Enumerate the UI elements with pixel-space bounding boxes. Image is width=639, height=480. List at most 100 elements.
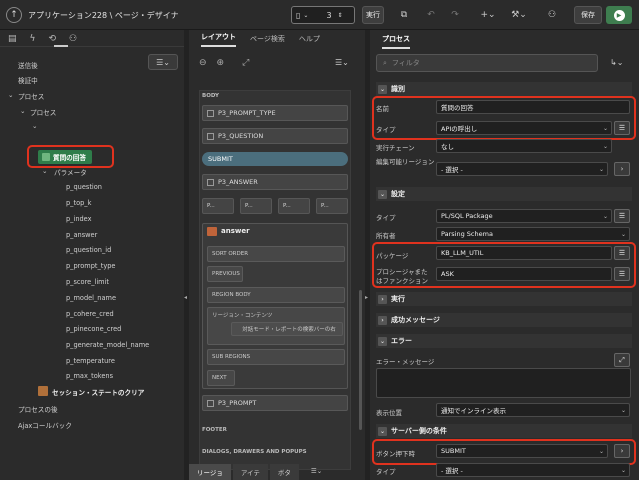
owner-select[interactable]: Parsing Schema ⌄ (436, 227, 630, 241)
tree-item-validating[interactable]: 検証中 (18, 75, 38, 85)
layout-scrollbar[interactable] (359, 290, 362, 430)
tree-item-ajax-callback[interactable]: Ajaxコールバック (18, 420, 72, 430)
rendering-icon[interactable]: ▤ (8, 34, 17, 44)
list-icon[interactable]: ☰ (614, 209, 630, 223)
breadcrumb-text[interactable]: アプリケーション228 \ ページ・デザイナ (28, 10, 179, 21)
param-item[interactable]: p_max_tokens (66, 372, 113, 380)
small-item[interactable]: P... (278, 198, 310, 214)
stepper-icon[interactable]: ⇕ (338, 12, 343, 19)
tab-items[interactable]: アイテ (232, 464, 268, 480)
expand-icon[interactable]: ⤢ (242, 58, 249, 68)
go-arrow-icon[interactable]: › (614, 162, 630, 176)
tree-menu-button[interactable]: ☰⌄ (148, 54, 178, 70)
tree-item-clear-session[interactable]: セッション・ステートのクリア (52, 387, 144, 397)
section-execution[interactable]: › 実行 (376, 292, 632, 306)
tree-item-processes[interactable]: プロセス (18, 91, 44, 101)
collapse-left-icon[interactable]: ◂ (184, 294, 187, 301)
slot-previous[interactable]: PREVIOUS (207, 266, 243, 282)
item-prompt-type[interactable]: P3_PROMPT_TYPE (202, 105, 348, 121)
section-title: 識別 (391, 85, 405, 93)
error-message-textarea[interactable] (376, 368, 631, 398)
shared-components-icon[interactable]: ⚇ (544, 6, 560, 24)
shared-components-tab-icon[interactable]: ⚇ (69, 34, 77, 44)
slot-sub-regions[interactable]: SUB REGIONS (207, 349, 345, 365)
tab-regions[interactable]: リージョ (189, 464, 231, 480)
param-item[interactable]: p_generate_model_name (66, 341, 149, 349)
up-arrow-icon[interactable]: ↑ (6, 7, 22, 23)
section-success-message[interactable]: › 成功メッセージ (376, 313, 632, 327)
clear-session-icon (38, 386, 48, 398)
chain-select[interactable]: なし ⌄ (436, 139, 612, 153)
param-item[interactable]: p_pinecone_cred (66, 325, 121, 333)
tree-toggle-icon[interactable]: ⌄ (32, 122, 38, 130)
param-item[interactable]: p_top_k (66, 199, 91, 207)
tree-item-after-processing[interactable]: プロセスの後 (18, 404, 58, 414)
section-settings[interactable]: ⌄ 設定 (376, 187, 632, 201)
expand-editor-icon[interactable]: ⤢ (614, 353, 630, 367)
expand-icon: › (378, 294, 387, 304)
run-page-button[interactable]: 実行 (362, 6, 384, 24)
tree-item-process[interactable]: プロセス (30, 107, 56, 117)
param-item[interactable]: p_model_name (66, 294, 116, 302)
tab-help[interactable]: ヘルプ (299, 34, 320, 44)
layout-menu-button[interactable]: ☰⌄ (335, 58, 349, 67)
slot-sort-order[interactable]: SORT ORDER (207, 246, 345, 262)
slot-next[interactable]: NEXT (207, 370, 235, 386)
lock-icon[interactable]: ⧉ (396, 6, 412, 24)
param-item[interactable]: p_prompt_type (66, 262, 116, 270)
slot-region-note[interactable]: 対話モード・レポートの検索バーの右 (231, 322, 343, 336)
param-item[interactable]: p_index (66, 215, 92, 223)
zoom-in-icon[interactable]: ⊕ (217, 58, 225, 68)
item-answer[interactable]: P3_ANSWER (202, 174, 348, 190)
settings-type-select[interactable]: PL/SQL Package ⌄ (436, 209, 612, 223)
small-item[interactable]: P... (316, 198, 348, 214)
page-number-input[interactable]: 3 (326, 11, 331, 20)
collapse-icon: ⌄ (378, 336, 387, 346)
chevron-down-icon: ⌄ (620, 406, 626, 414)
tree-toggle-icon[interactable]: ⌄ (20, 107, 26, 115)
utilities-icon[interactable]: ⚒⌄ (508, 6, 530, 24)
param-item[interactable]: p_answer (66, 231, 97, 239)
param-item[interactable]: p_question_id (66, 246, 111, 254)
submit-button-component[interactable]: SUBMIT (202, 152, 348, 166)
tab-process[interactable]: プロセス (382, 34, 410, 49)
dynamic-actions-icon[interactable]: ϟ (30, 34, 36, 44)
collapse-right-icon[interactable]: ▸ (365, 294, 368, 301)
tab-page-search[interactable]: ページ検索 (250, 34, 285, 44)
section-identification[interactable]: ⌄ 識別 (376, 82, 632, 96)
gallery-tabs: リージョ アイテ ボタ ☰⌄ (189, 464, 365, 480)
section-error[interactable]: ⌄ エラー (376, 334, 632, 348)
param-item[interactable]: p_temperature (66, 357, 115, 365)
gallery-menu-icon[interactable]: ☰⌄ (311, 464, 322, 480)
run-button[interactable]: ▶ (606, 6, 632, 24)
editable-select[interactable]: - 選択 - ⌄ (436, 162, 608, 176)
processing-icon[interactable]: ⟲ (48, 34, 56, 44)
zoom-out-icon[interactable]: ⊖ (199, 58, 207, 68)
tab-layout[interactable]: レイアウト (201, 32, 236, 47)
redo-icon[interactable]: ↷ (448, 6, 462, 24)
param-item[interactable]: p_question (66, 183, 102, 191)
page-selector[interactable]: ▯ ⌄ 3 ⇕ (291, 6, 355, 24)
undo-icon[interactable]: ↶ (424, 6, 438, 24)
tree-toggle-icon[interactable]: ⌄ (8, 91, 14, 99)
tree-item-after-submit[interactable]: 送信後 (18, 60, 38, 70)
item-prompt[interactable]: P3_PROMPT (202, 395, 348, 411)
param-item[interactable]: p_cohere_cred (66, 310, 114, 318)
tree-toggle-icon[interactable]: ⌄ (42, 167, 48, 175)
slot-region-body[interactable]: REGION BODY (207, 287, 345, 303)
go-to-group-icon[interactable]: ↳⌄ (610, 58, 623, 67)
display-location-select[interactable]: 通知でインライン表示 ⌄ (436, 403, 630, 417)
add-icon[interactable]: +⌄ (478, 6, 498, 24)
filter-input[interactable]: ⌕ フィルタ (376, 54, 598, 72)
small-item[interactable]: P... (202, 198, 234, 214)
small-item[interactable]: P... (240, 198, 272, 214)
tab-buttons[interactable]: ボタ (269, 464, 299, 480)
server-type-select[interactable]: - 選択 - ⌄ (436, 463, 630, 477)
item-question[interactable]: P3_QUESTION (202, 128, 348, 144)
answer-region[interactable]: answer SORT ORDER PREVIOUS REGION BODY リ… (202, 223, 348, 389)
search-icon: ⌕ (383, 58, 387, 67)
section-server-condition[interactable]: ⌄ サーバー側の条件 (376, 424, 632, 438)
tree-item-parameters[interactable]: パラメータ (54, 167, 87, 177)
save-button[interactable]: 保存 (574, 6, 602, 24)
param-item[interactable]: p_score_limit (66, 278, 109, 286)
